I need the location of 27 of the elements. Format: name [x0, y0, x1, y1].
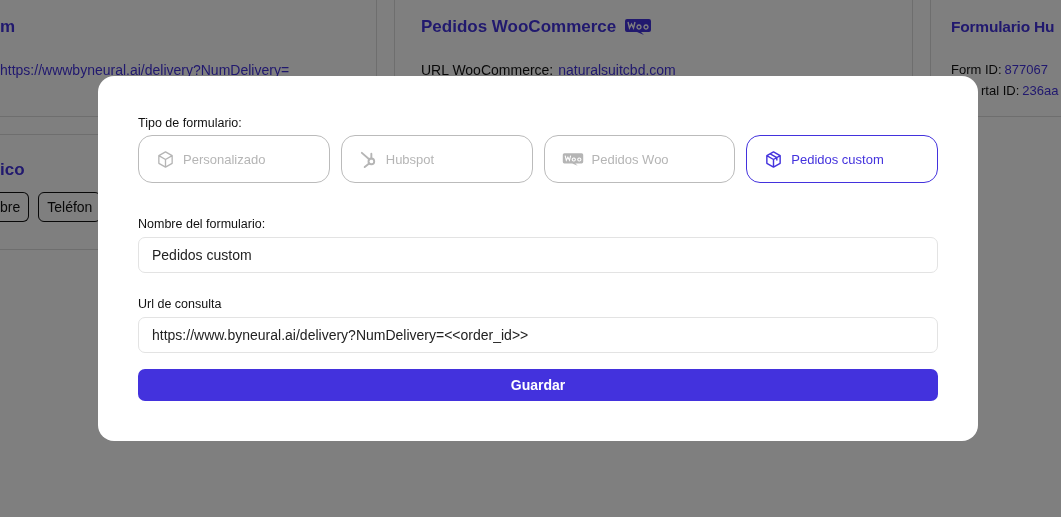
card-title: Formulario Hu	[951, 18, 1055, 36]
field-link[interactable]: https://wwwbyneural.ai/delivery?NumDelivery=	[0, 61, 290, 79]
save-button[interactable]: Guardar	[138, 369, 938, 401]
woo-logo-icon	[624, 18, 653, 36]
woo-logo-icon	[561, 151, 584, 167]
input-field[interactable]: Pedidos custom	[138, 237, 938, 273]
input-field[interactable]: https://www.byneural.ai/delivery?NumDelivery=<<order_id>>	[138, 317, 938, 353]
field-link[interactable]: naturalsuitcbd.com	[558, 61, 676, 79]
package-icon	[764, 149, 784, 169]
form-type-button[interactable]: Pedidos custom	[746, 135, 938, 183]
field-label: rtal ID:	[981, 82, 1020, 100]
sprocket-icon	[358, 149, 378, 169]
chip[interactable]: bre	[0, 192, 30, 222]
field-link[interactable]: 236aa	[1022, 82, 1059, 100]
card-title: Pedidos WooCommerce	[421, 17, 617, 37]
card-title: ico	[0, 160, 25, 180]
field-label: Form ID:	[951, 61, 1002, 79]
card-title: m	[0, 17, 16, 37]
form-type-button[interactable]: Personalizado	[138, 135, 330, 183]
form-type-button[interactable]: Hubspot	[340, 135, 533, 183]
cube-icon	[156, 149, 175, 169]
field-label: Url de consulta	[138, 297, 222, 311]
form-type-button[interactable]: Pedidos Woo	[543, 135, 736, 183]
field-label: URL WooCommerce:	[421, 61, 554, 79]
field-label: Nombre del formulario:	[138, 217, 266, 231]
field-label: Tipo de formulario:	[138, 116, 242, 130]
field-link[interactable]: 877067	[1004, 61, 1048, 79]
